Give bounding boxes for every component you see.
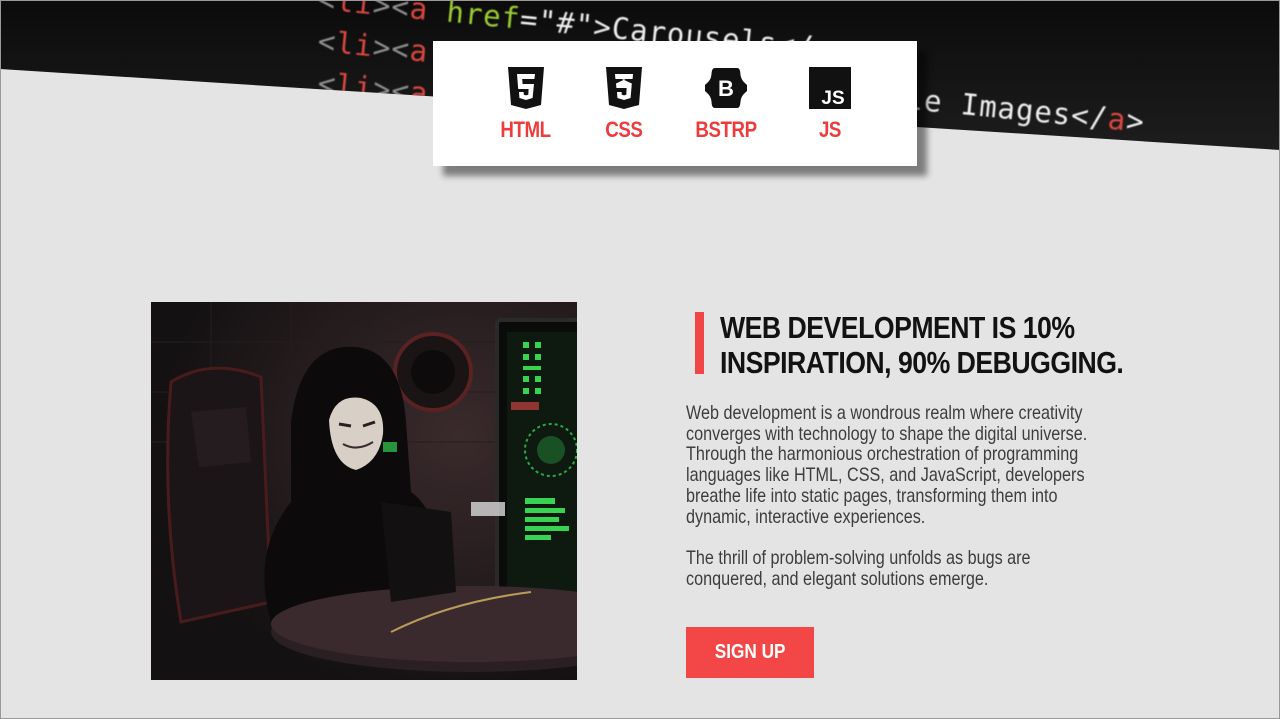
svg-text:B: B: [718, 76, 734, 101]
tech-item-bootstrap: B BSTRP: [681, 65, 771, 143]
tech-label: BSTRP: [695, 117, 757, 142]
paragraph-line: languages like HTML, CSS, and JavaScript…: [686, 464, 1085, 487]
javascript-icon: JS: [809, 67, 851, 109]
page-title: WEB DEVELOPMENT IS 10% INSPIRATION, 90% …: [720, 310, 1240, 380]
sign-up-button[interactable]: SIGN UP: [686, 627, 814, 678]
headline-line: WEB DEVELOPMENT IS 10%: [720, 310, 1075, 345]
css3-icon: [606, 67, 642, 109]
bootstrap-icon: B: [705, 68, 747, 108]
tech-item-js: JS JS: [785, 65, 875, 143]
tech-item-css: CSS: [579, 65, 669, 143]
hacker-illustration: [151, 302, 577, 680]
intro-paragraph: Web development is a wondrous realm wher…: [686, 403, 1206, 527]
paragraph-line: Through the harmonious orchestration of …: [686, 443, 1079, 466]
sign-up-label: SIGN UP: [714, 641, 786, 663]
paragraph-line: dynamic, interactive experiences.: [686, 505, 926, 528]
tech-item-html: HTML: [481, 65, 571, 143]
tech-label: CSS: [605, 117, 643, 142]
tech-label: JS: [818, 117, 842, 142]
tech-stack-card: HTML CSS B BSTRP JS JS: [433, 41, 917, 166]
paragraph-line: conquered, and elegant solutions emerge.: [686, 567, 989, 590]
hero-image: [151, 302, 577, 680]
tech-label: HTML: [500, 117, 552, 142]
closing-paragraph: The thrill of problem-solving unfolds as…: [686, 548, 1206, 589]
svg-text:JS: JS: [821, 88, 844, 109]
paragraph-line: The thrill of problem-solving unfolds as…: [686, 547, 1031, 569]
headline-accent-bar: [695, 312, 704, 374]
paragraph-line: Web development is a wondrous realm wher…: [686, 402, 1083, 424]
paragraph-line: breathe life into static pages, transfor…: [686, 484, 1058, 507]
paragraph-line: converges with technology to shape the d…: [686, 422, 1088, 445]
headline-line: INSPIRATION, 90% DEBUGGING.: [720, 345, 1124, 380]
html5-icon: [508, 67, 544, 109]
